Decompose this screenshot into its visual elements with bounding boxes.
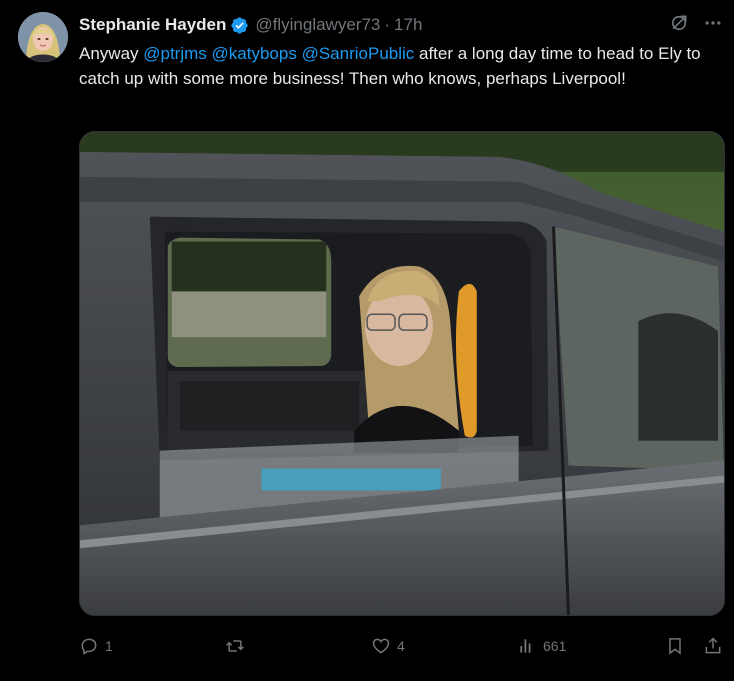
separator: · <box>384 15 391 34</box>
mention-link[interactable]: @SanrioPublic <box>302 44 415 63</box>
top-actions <box>668 12 724 34</box>
reply-icon <box>81 638 97 655</box>
share-button[interactable] <box>703 629 723 663</box>
repost-icon <box>226 640 244 652</box>
mention-link[interactable]: @ptrjms <box>143 44 207 63</box>
reply-count: 1 <box>105 638 113 654</box>
tweet-photo[interactable] <box>79 131 725 616</box>
tweet-header: Stephanie Hayden @flyinglawyer73 · 17h <box>79 13 422 37</box>
display-name[interactable]: Stephanie Hayden <box>79 15 226 35</box>
reply-button[interactable]: 1 <box>79 629 113 663</box>
tweet-text: Anyway @ptrjms @katybops @SanrioPublic a… <box>79 41 729 91</box>
repost-button[interactable] <box>225 629 251 663</box>
more-icon[interactable] <box>702 12 724 34</box>
tweet[interactable]: Stephanie Hayden @flyinglawyer73 · 17h A… <box>0 0 734 681</box>
tweet-text-prefix: Anyway <box>79 44 144 63</box>
like-count: 4 <box>397 638 405 654</box>
tweet-actions: 1 4 661 <box>79 629 725 663</box>
mention-link[interactable]: @katybops <box>212 44 297 63</box>
like-button[interactable]: 4 <box>371 629 405 663</box>
grok-icon[interactable] <box>668 12 690 34</box>
views-count: 661 <box>543 638 567 654</box>
views-icon <box>520 639 531 653</box>
verified-badge-icon[interactable] <box>230 16 249 35</box>
views-button[interactable]: 661 <box>517 629 566 663</box>
like-icon <box>372 638 390 654</box>
timestamp[interactable]: 17h <box>394 15 422 35</box>
handle[interactable]: @flyinglawyer73 <box>255 15 380 35</box>
bookmark-button[interactable] <box>665 629 685 663</box>
bookmark-icon <box>669 638 681 655</box>
avatar[interactable] <box>18 12 68 62</box>
share-icon <box>705 637 721 654</box>
